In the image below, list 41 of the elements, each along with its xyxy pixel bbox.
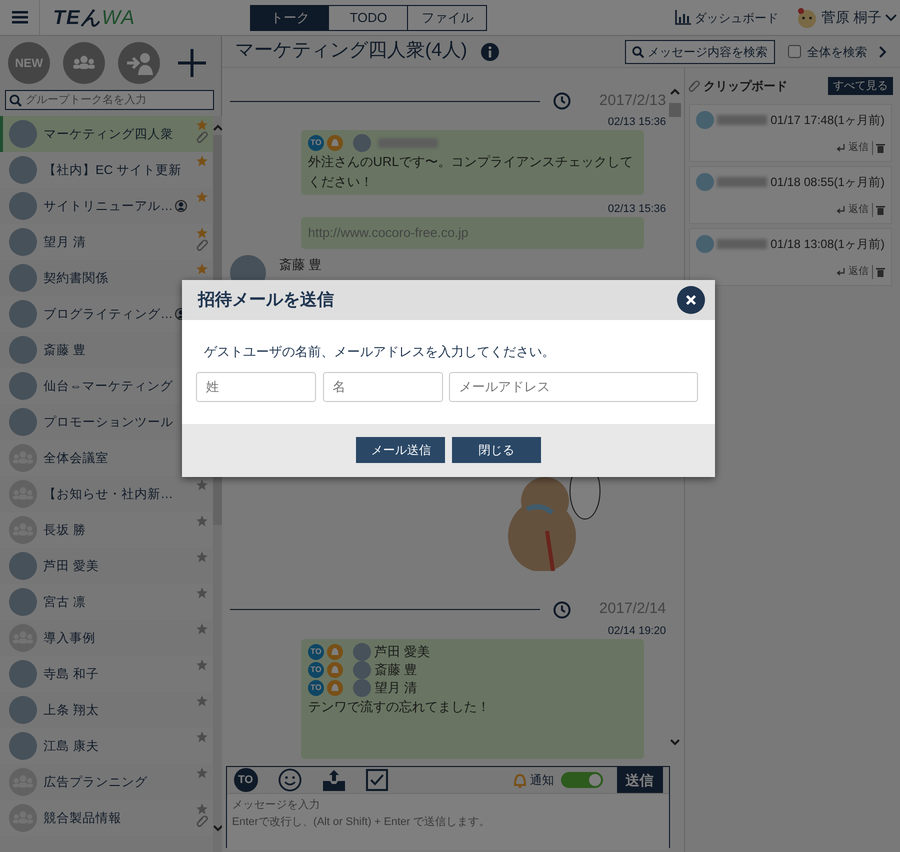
app-logo: TEんWA bbox=[53, 6, 136, 30]
message-text: 外注さんのURLです〜。コンプライアンスチェックしてください！ bbox=[308, 153, 634, 190]
chat-name: 全体会議室 bbox=[44, 450, 110, 467]
message-text: テンワで流すの忘れてました！ bbox=[308, 698, 491, 716]
chat-name: 江島 康夫 bbox=[44, 738, 100, 755]
chat-name: 【お知らせ・社内新… bbox=[44, 486, 174, 503]
to-badge: TO bbox=[308, 662, 324, 678]
chat-name: 寺島 和子 bbox=[44, 666, 100, 683]
recipient-name: 望月 清 bbox=[374, 678, 417, 697]
recipient-name: 芦田 愛美 bbox=[374, 642, 430, 661]
chat-name: 【社内】EC サイト更新 bbox=[44, 162, 182, 179]
chat-name: プロモーションツール bbox=[44, 414, 174, 431]
timestamp: 02/13 15:36 bbox=[608, 116, 666, 128]
chat-name: ブログライティング… bbox=[44, 306, 173, 323]
clip-time: 01/18 08:55(1ヶ月前) bbox=[770, 174, 885, 191]
clip-time: 01/17 17:48(1ヶ月前) bbox=[770, 112, 885, 129]
chat-name: 契約書関係 bbox=[44, 270, 110, 287]
chat-name: 導入事例 bbox=[44, 630, 96, 647]
chat-name: 上条 翔太 bbox=[44, 702, 100, 719]
chat-name: 仙台⇔マーケティング bbox=[44, 378, 174, 395]
chat-name: 競合製品情報 bbox=[44, 810, 122, 827]
clip-time: 01/18 13:08(1ヶ月前) bbox=[770, 236, 885, 253]
chat-name: 望月 清 bbox=[44, 234, 87, 251]
dialog-instructions: ゲストユーザの名前、メールアドレスを入力してください。 bbox=[204, 343, 556, 361]
to-badge: TO bbox=[308, 644, 324, 660]
chat-name: 芦田 愛美 bbox=[44, 558, 100, 575]
chat-name: マーケティング四人衆 bbox=[44, 126, 174, 143]
sender-name: 斎藤 豊 bbox=[279, 256, 322, 274]
chat-name: 宮古 凛 bbox=[44, 594, 87, 611]
chat-name: サイトリニューアル… bbox=[44, 198, 173, 215]
notify-label: 通知 bbox=[530, 772, 554, 789]
recipient-name: 斎藤 豊 bbox=[374, 660, 417, 679]
chat-title: マーケティング四人衆(4人) bbox=[235, 39, 468, 64]
clipboard-title: クリップボード bbox=[704, 78, 788, 95]
chat-name: 斎藤 豊 bbox=[44, 342, 87, 359]
chat-name: 長坂 勝 bbox=[44, 522, 87, 539]
to-badge: TO bbox=[308, 680, 324, 696]
to-badge: TO bbox=[308, 135, 324, 151]
chat-name: 広告プランニング bbox=[44, 774, 148, 791]
timestamp: 02/13 15:36 bbox=[608, 203, 666, 215]
timestamp: 02/14 19:20 bbox=[608, 624, 666, 636]
